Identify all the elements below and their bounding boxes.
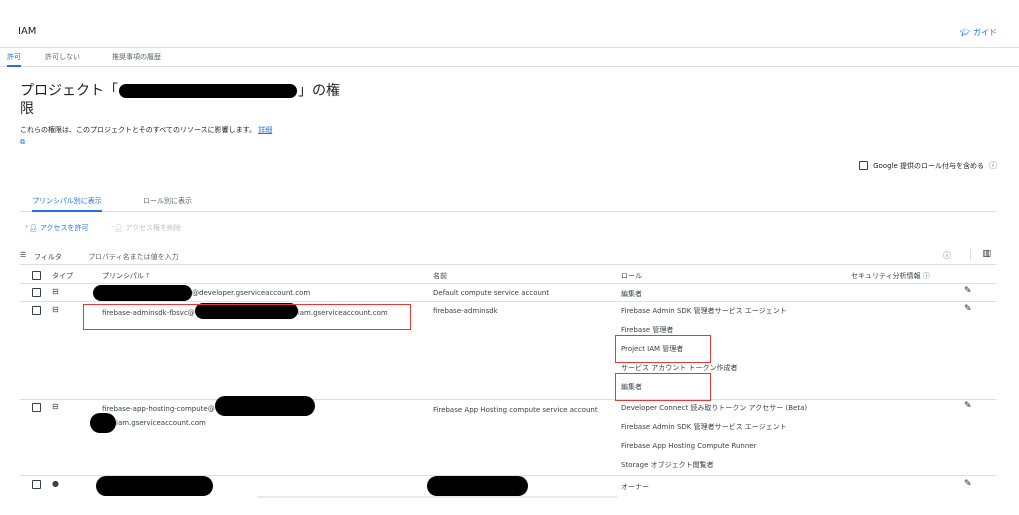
table-row: ⊟ @developer.gserviceaccount.com Default…: [20, 285, 997, 302]
tab-view-by-role[interactable]: ロール別に表示: [143, 196, 192, 212]
principal-name: firebase-adminsdk: [433, 307, 498, 315]
help-icon: ⓘ: [922, 272, 930, 280]
highlight-box-editor-role: [615, 373, 711, 401]
service-account-icon: ⊟: [52, 287, 59, 296]
filter-icon[interactable]: ☰: [20, 251, 26, 259]
redacted-principal: [90, 413, 116, 433]
row-checkbox[interactable]: [32, 480, 41, 489]
filter-bar: ☰ フィルタ プロパティ名または値を入力 ⓘ ▥: [20, 247, 997, 265]
include-google-roles-label: Google 提供のロール付与を含める: [873, 161, 984, 170]
school-icon: 🎓︎: [959, 28, 970, 37]
column-name[interactable]: 名前: [433, 271, 447, 281]
include-google-roles-checkbox[interactable]: [859, 161, 869, 170]
redacted-principal: [214, 396, 315, 416]
column-role[interactable]: ロール: [621, 271, 642, 281]
column-security-insights[interactable]: セキュリティ分析情報 ⓘ: [851, 271, 930, 281]
edit-icon[interactable]: ✎: [964, 401, 972, 411]
page-title: IAM: [18, 26, 37, 37]
role-list: Developer Connect 読み取りトークン アクセサー (Beta) …: [621, 399, 807, 475]
sort-arrow-up-icon: 🡑: [146, 272, 150, 280]
redacted-principal: [96, 476, 213, 496]
redacted-name: [427, 476, 528, 496]
role-item: Firebase App Hosting Compute Runner: [621, 442, 757, 450]
table-header: タイプ プリンシパル 🡑 名前 ロール セキュリティ分析情報 ⓘ: [20, 268, 997, 284]
person-icon: ●: [52, 479, 59, 488]
tab-view-by-principal[interactable]: プリンシパル別に表示: [32, 196, 102, 212]
column-security-label: セキュリティ分析情報: [851, 272, 921, 280]
tab-deny[interactable]: 許可しない: [45, 52, 80, 67]
principal-cell-line2: iam.gserviceaccount.com: [90, 413, 206, 433]
remove-access-button[interactable]: ⁻👤︎ アクセス権を削除: [110, 223, 180, 233]
table-row: ● オーナー ✎: [20, 476, 997, 496]
external-link-icon: ⧉: [20, 138, 25, 146]
table-row: ⊟ firebase-app-hosting-compute@ iam.gser…: [20, 396, 997, 476]
columns-icon[interactable]: ▥: [982, 249, 991, 259]
action-bar: ⁺👤︎ アクセスを許可 ⁻👤︎ アクセス権を削除: [25, 223, 181, 233]
remove-access-label: アクセス権を削除: [125, 224, 181, 232]
role-item: Firebase Admin SDK 管理者サービス エージェント: [621, 423, 787, 431]
add-person-icon: ⁺👤︎: [25, 224, 38, 232]
edit-icon[interactable]: ✎: [964, 479, 972, 489]
grant-access-label: アクセスを許可: [39, 224, 89, 232]
column-principal[interactable]: プリンシパル 🡑: [102, 271, 150, 283]
details-link[interactable]: 詳細: [258, 126, 272, 134]
tab-recommendation-history[interactable]: 推奨事項の履歴: [112, 52, 161, 67]
edit-icon[interactable]: ✎: [964, 286, 972, 296]
page-heading: プロジェクト「 」の権 限: [20, 82, 340, 118]
top-bar: IAM 🎓︎ ガイド: [0, 0, 1019, 48]
column-type[interactable]: タイプ: [52, 271, 73, 281]
filter-label: フィルタ: [34, 253, 62, 261]
view-tabs: プリンシパル別に表示 ロール別に表示: [20, 193, 997, 212]
page-description: これらの権限は、このプロジェクトとそのすべてのリソースに影響します。 詳細 ⧉: [20, 124, 340, 148]
tab-allow[interactable]: 許可: [7, 52, 21, 67]
edit-icon[interactable]: ✎: [964, 304, 972, 314]
redacted-project-name: [119, 84, 297, 98]
role-item: オーナー: [621, 483, 649, 491]
role-item: Firebase Admin SDK 管理者サービス エージェント: [621, 307, 787, 315]
guide-link[interactable]: 🎓︎ ガイド: [960, 27, 997, 38]
service-account-icon: ⊟: [52, 402, 59, 411]
help-icon[interactable]: ⓘ: [943, 250, 951, 261]
row-checkbox[interactable]: [32, 306, 41, 315]
tab-bar: 許可 許可しない 推奨事項の履歴: [0, 49, 1019, 67]
highlight-box-principal: [83, 304, 411, 330]
column-principal-label: プリンシパル: [102, 272, 144, 280]
divider: [970, 249, 971, 261]
role-item: 編集者: [621, 290, 642, 298]
heading-text-middle: 」の権: [298, 83, 340, 99]
principal-name: Firebase App Hosting compute service acc…: [433, 406, 598, 414]
principal-email: @developer.gserviceaccount.com: [192, 289, 311, 297]
grant-access-button[interactable]: ⁺👤︎ アクセスを許可: [25, 223, 88, 233]
principal-email-suffix: iam.gserviceaccount.com: [116, 419, 206, 427]
role-item: Storage オブジェクト閲覧者: [621, 461, 714, 469]
scrollbar[interactable]: [257, 496, 617, 498]
include-google-roles[interactable]: Google 提供のロール付与を含める ⓘ: [859, 160, 997, 171]
filter-input[interactable]: プロパティ名または値を入力: [88, 252, 179, 262]
heading-text-end: 限: [20, 101, 34, 117]
help-icon[interactable]: ⓘ: [989, 160, 997, 171]
redacted-principal: [93, 285, 192, 301]
principal-name: Default compute service account: [433, 289, 550, 297]
highlight-box-project-iam-role: [615, 335, 711, 363]
row-checkbox[interactable]: [32, 288, 41, 297]
principal-email-prefix: firebase-app-hosting-compute@: [102, 405, 215, 413]
select-all-checkbox[interactable]: [32, 271, 41, 280]
heading-text-start: プロジェクト「: [20, 83, 118, 99]
remove-person-icon: ⁻👤︎: [110, 224, 124, 232]
role-item: Developer Connect 読み取りトークン アクセサー (Beta): [621, 404, 808, 412]
description-text: これらの権限は、このプロジェクトとそのすべてのリソースに影響します。: [20, 126, 256, 134]
row-checkbox[interactable]: [32, 403, 41, 412]
service-account-icon: ⊟: [52, 305, 59, 314]
guide-label: ガイド: [973, 28, 997, 37]
